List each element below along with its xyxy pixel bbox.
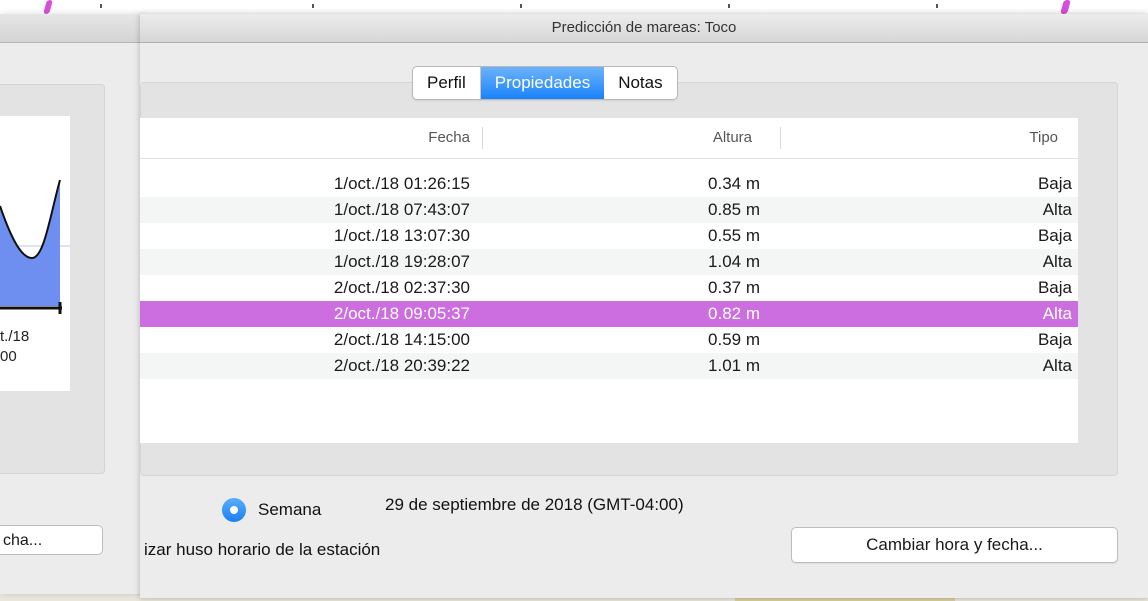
map-tick [312,4,314,8]
radio-dot [230,506,238,514]
back-change-date-button[interactable]: cha... [0,525,103,555]
column-header-tipo[interactable]: Tipo [1029,118,1058,158]
cell-tipo: Alta [1042,200,1072,219]
cell-fecha: 1/oct./18 13:07:30 [333,226,470,245]
cell-tipo: Baja [1037,226,1072,245]
column-divider[interactable] [482,127,483,149]
table-row[interactable]: 1/oct./18 07:43:07 0.85 m Alta [140,197,1078,223]
cell-altura: 0.59 m [708,330,760,349]
tab-notas[interactable]: Notas [604,67,676,99]
cell-fecha: 2/oct./18 09:05:37 [333,304,470,323]
column-header-altura[interactable]: Altura [713,118,752,158]
cell-fecha: 1/oct./18 01:26:15 [333,174,470,193]
change-date-time-button[interactable]: Cambiar hora y fecha... [791,527,1118,563]
map-tick [728,4,730,8]
tab-propiedades[interactable]: Propiedades [480,67,605,99]
cell-tipo: Alta [1042,304,1072,323]
cell-tipo: Baja [1037,174,1072,193]
column-header-fecha[interactable]: Fecha [428,118,470,158]
cell-tipo: Alta [1042,356,1072,375]
map-tick [520,4,522,8]
cell-fecha: 2/oct./18 02:37:30 [333,278,470,297]
cell-fecha: 2/oct./18 14:15:00 [333,330,470,349]
table-row[interactable]: 1/oct./18 01:26:15 0.34 m Baja [140,171,1078,197]
map-tick [100,4,102,8]
station-timezone-checkbox-label[interactable]: izar huso horario de la estación [144,540,380,560]
date-range-label: 29 de septiembre de 2018 (GMT-04:00) [385,495,684,514]
cell-tipo: Baja [1037,330,1072,349]
desktop-background [0,0,1148,14]
cell-altura: 0.82 m [708,304,760,323]
window-title[interactable]: Predicción de mareas: Toco [140,14,1148,43]
cell-altura: 0.55 m [708,226,760,245]
table-row[interactable]: 1/oct./18 19:28:07 1.04 m Alta [140,249,1078,275]
week-radio-button[interactable] [222,498,246,522]
cell-altura: 0.37 m [708,278,760,297]
back-window: t./18 00 cha... [0,14,141,594]
week-radio-label[interactable]: Semana [258,500,321,520]
column-divider[interactable] [780,127,781,149]
map-tick [936,4,938,8]
chart-time-label: 00 [0,348,17,365]
cell-fecha: 1/oct./18 07:43:07 [333,200,470,219]
tide-prediction-window: Predicción de mareas: Toco Perfil Propie… [140,14,1148,598]
table-row-selected[interactable]: 2/oct./18 09:05:37 0.82 m Alta [140,301,1078,327]
table-header: Fecha Altura Tipo [140,118,1078,159]
cell-altura: 0.34 m [708,174,760,193]
cell-fecha: 2/oct./18 20:39:22 [333,356,470,375]
tide-table: Fecha Altura Tipo 1/oct./18 01:26:15 0.3… [140,118,1078,443]
cell-altura: 0.85 m [708,200,760,219]
chart-date-label: t./18 [0,328,30,345]
table-row[interactable]: 2/oct./18 14:15:00 0.59 m Baja [140,327,1078,353]
table-row[interactable]: 2/oct./18 02:37:30 0.37 m Baja [140,275,1078,301]
cell-tipo: Alta [1042,252,1072,271]
cell-altura: 1.04 m [708,252,760,271]
table-row[interactable]: 1/oct./18 13:07:30 0.55 m Baja [140,223,1078,249]
cell-fecha: 1/oct./18 19:28:07 [333,252,470,271]
table-row[interactable]: 2/oct./18 20:39:22 1.01 m Alta [140,353,1078,379]
tab-perfil[interactable]: Perfil [413,67,480,99]
cell-tipo: Baja [1037,278,1072,297]
cell-altura: 1.01 m [708,356,760,375]
back-window-titlebar[interactable] [0,14,140,43]
tab-bar: Perfil Propiedades Notas [412,66,678,100]
